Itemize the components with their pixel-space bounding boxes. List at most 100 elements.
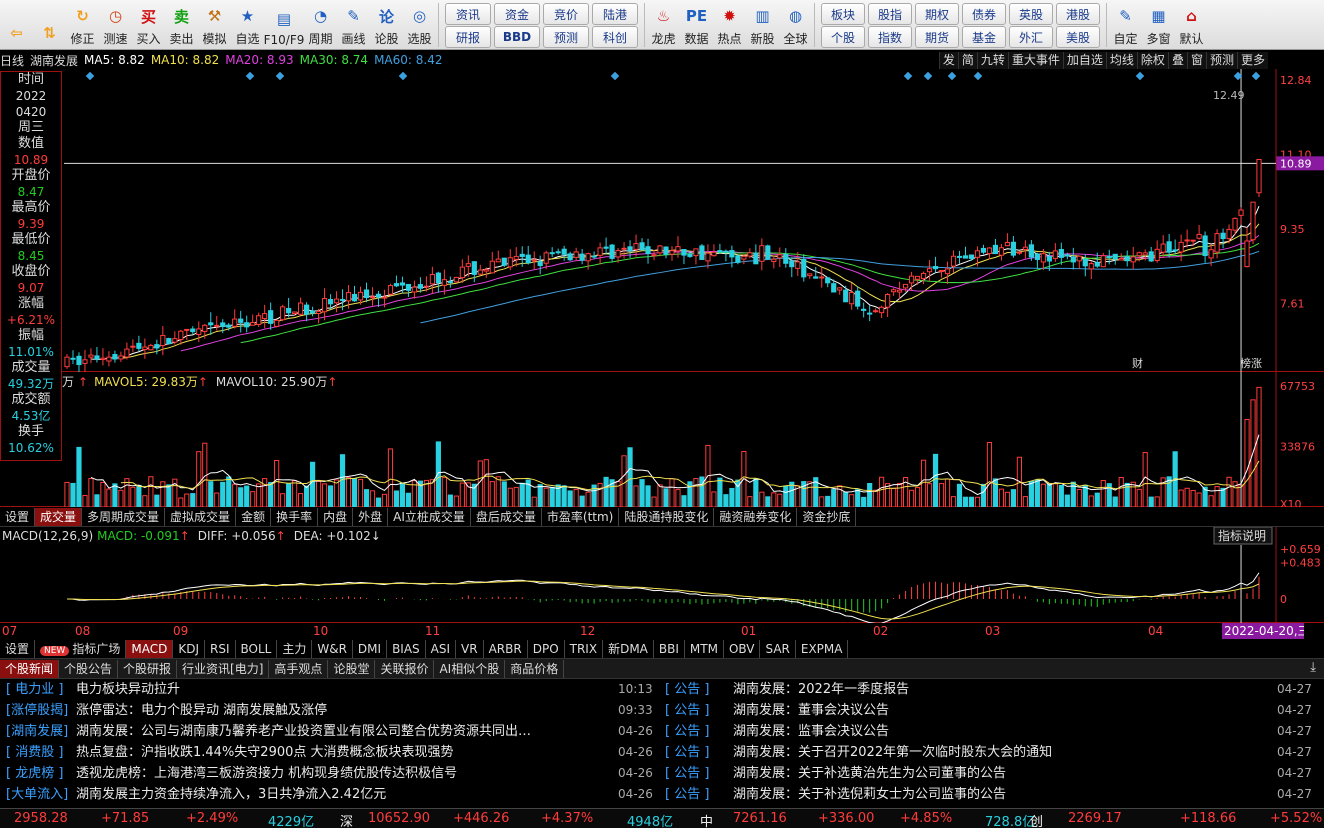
grid-button-7[interactable]: 科创 [592,26,638,48]
market-button-11[interactable]: 美股 [1056,26,1100,48]
toolbar-clock-button[interactable]: ◷ 测速 [99,0,132,50]
market-button-9[interactable]: 基金 [962,26,1006,48]
chart-option-button[interactable]: 加自选 [1062,51,1106,69]
news-item[interactable]: [大单流入] 湖南发展主力资金持续净流入，3日共净流入2.42亿元 04-26 [6,784,656,805]
toolbar-up-down-arrow-button[interactable]: ⇅ [33,0,66,50]
indicator-tab[interactable]: ARBR [484,640,528,658]
volume-tab[interactable]: 市盈率(ttm) [542,507,620,526]
news-item[interactable]: [ 电力业 ] 电力板块异动拉升 10:13 [6,679,656,700]
news-tab[interactable]: 个股新闻 [0,659,60,678]
announcement-item[interactable]: [ 公告 ] 湖南发展：关于补选黄治先生为公司董事的公告 04-27 [665,763,1315,784]
market-button-8[interactable]: 期货 [915,26,959,48]
indicator-tab[interactable]: NEW 指标广场 [35,640,127,658]
market-button-6[interactable]: 个股 [821,26,865,48]
news-tab[interactable]: 关联报价 [375,659,435,678]
indicator-explain-button[interactable]: 指标说明 [1213,527,1273,545]
event-marker-icon[interactable] [1135,71,1145,81]
toolbar-pen-button[interactable]: ✎ 画线 [337,0,370,50]
toolbar-hot-button[interactable]: ✹ 热点 [713,0,746,50]
grid-button-2[interactable]: 竞价 [543,3,589,25]
volume-tab[interactable]: 成交量 [35,507,83,526]
finance-marker[interactable]: 财 [1132,356,1143,370]
indicator-tab[interactable]: TRIX [565,640,604,658]
announcement-item[interactable]: [ 公告 ] 湖南发展：关于召开2022年第一次临时股东大会的通知 04-27 [665,742,1315,763]
grid-button-4[interactable]: 研报 [445,26,491,48]
indicator-tab[interactable]: W&R [312,640,353,658]
grid-button-1[interactable]: 资金 [494,3,540,25]
indicator-tab[interactable]: DPO [528,640,565,658]
toolbar-back-arrow-button[interactable]: ⇦ [0,0,33,50]
volume-tab[interactable]: 融资融券变化 [714,507,798,526]
volume-tab[interactable]: 内盘 [318,507,354,526]
news-tab[interactable]: 高手观点 [269,659,329,678]
indicator-tab[interactable]: MTM [685,640,724,658]
toolbar-star-button[interactable]: ★ 自选 [231,0,264,50]
news-tab[interactable]: 行业资讯[电力] [177,659,270,678]
event-marker-icon[interactable] [85,71,95,81]
toolbar-period-button[interactable]: ◔ 周期 [304,0,337,50]
indicator-tab[interactable]: ASI [426,640,457,658]
volume-tab[interactable]: 盘后成交量 [471,507,542,526]
indicator-tab[interactable]: 新DMA [603,640,654,658]
chart-option-button[interactable]: 窗 [1186,51,1206,69]
toolbar-multi-window-button[interactable]: ▦ 多窗 [1142,0,1175,50]
grid-button-0[interactable]: 资讯 [445,3,491,25]
event-marker-icon[interactable] [398,71,408,81]
grid-button-3[interactable]: 陆港 [592,3,638,25]
announcement-item[interactable]: [ 公告 ] 湖南发展：关于补选倪莉女士为公司监事的公告 04-27 [665,784,1315,805]
volume-tab[interactable]: 资金抄底 [797,507,857,526]
chart-option-button[interactable]: 重大事件 [1007,51,1063,69]
grid-button-5[interactable]: BBD [494,26,540,48]
toolbar-discuss-button[interactable]: 论论股 [370,0,403,50]
toolbar-globe-button[interactable]: ◍ 全球 [779,0,812,50]
chart-option-button[interactable]: 简 [957,51,977,69]
news-item[interactable]: [ 消费股 ] 热点复盘：沪指收跌1.44%失守2900点 大消费概念板块表现强势… [6,742,656,763]
news-item[interactable]: [涨停股揭] 涨停雷达：电力个股异动 湖南发展触及涨停 09:33 [6,700,656,721]
kline-chart[interactable]: 12.84 11.10 10.89 9.35 7.61 12.49 财榜涨 [0,69,1324,372]
toolbar-home-button[interactable]: ⌂ 默认 [1175,0,1208,50]
event-marker-icon[interactable] [610,71,620,81]
indicator-tab[interactable]: MACD [126,640,174,658]
toolbar-new-stock-button[interactable]: ▥ 新股 [746,0,779,50]
market-button-5[interactable]: 港股 [1056,3,1100,25]
event-marker-icon[interactable] [903,71,913,81]
event-marker-icon[interactable] [245,71,255,81]
toolbar-revise-button[interactable]: ↻ 修正 [66,0,99,50]
chart-option-button[interactable]: 更多 [1236,51,1268,69]
chart-option-button[interactable]: 预测 [1205,51,1237,69]
kline-svg[interactable]: 12.8411.1010.899.357.6112.49财 榜涨 [0,69,1324,372]
news-item[interactable]: [湖南发展] 湖南发展：公司与湖南康乃馨养老产业投资置业有限公司整合优势资源共同出… [6,721,656,742]
grid-button-6[interactable]: 预测 [543,26,589,48]
announcement-item[interactable]: [ 公告 ] 湖南发展：董事会决议公告 04-27 [665,700,1315,721]
toolbar-sell-button[interactable]: 卖卖出 [165,0,198,50]
market-button-4[interactable]: 英股 [1009,3,1053,25]
news-tab[interactable]: 商品价格 [505,659,565,678]
indicator-tab[interactable]: 设置 [0,640,36,658]
indicator-tab[interactable]: RSI [205,640,236,658]
indicator-tab[interactable]: 主力 [277,640,313,658]
rank-marker[interactable]: 榜涨 [1240,356,1262,370]
chart-option-button[interactable]: 除权 [1136,51,1168,69]
event-marker-icon[interactable] [923,71,933,81]
market-button-10[interactable]: 外汇 [1009,26,1053,48]
news-tab[interactable]: 个股研报 [118,659,178,678]
period-label[interactable]: 日线 [0,52,24,69]
volume-svg[interactable]: 万 ↑ MAVOL5: 29.83万↑ MAVOL10: 25.90万↑ 67753 33… [0,372,1324,507]
chart-option-button[interactable]: 叠 [1167,51,1187,69]
event-marker-icon[interactable] [947,71,957,81]
indicator-tab[interactable]: BBI [654,640,685,658]
chart-option-button[interactable]: 均线 [1105,51,1137,69]
toolbar-hammer-button[interactable]: ⚒ 模拟 [198,0,231,50]
market-button-3[interactable]: 债券 [962,3,1006,25]
volume-tab[interactable]: 陆股通持股变化 [619,507,715,526]
toolbar-buy-button[interactable]: 买买入 [132,0,165,50]
volume-tab[interactable]: 换手率 [271,507,319,526]
announcement-item[interactable]: [ 公告 ] 湖南发展：监事会决议公告 04-27 [665,721,1315,742]
market-button-2[interactable]: 期权 [915,3,959,25]
volume-tab[interactable]: 外盘 [353,507,389,526]
market-button-1[interactable]: 股指 [868,3,912,25]
volume-tab[interactable]: 金额 [236,507,272,526]
chart-option-button[interactable]: 发 [938,51,958,69]
toolbar-pe-button[interactable]: PE 数据 [680,0,713,50]
macd-chart[interactable]: MACD(12,26,9) MACD: -0.091↑ DIFF: +0.056↑ D… [0,527,1324,623]
